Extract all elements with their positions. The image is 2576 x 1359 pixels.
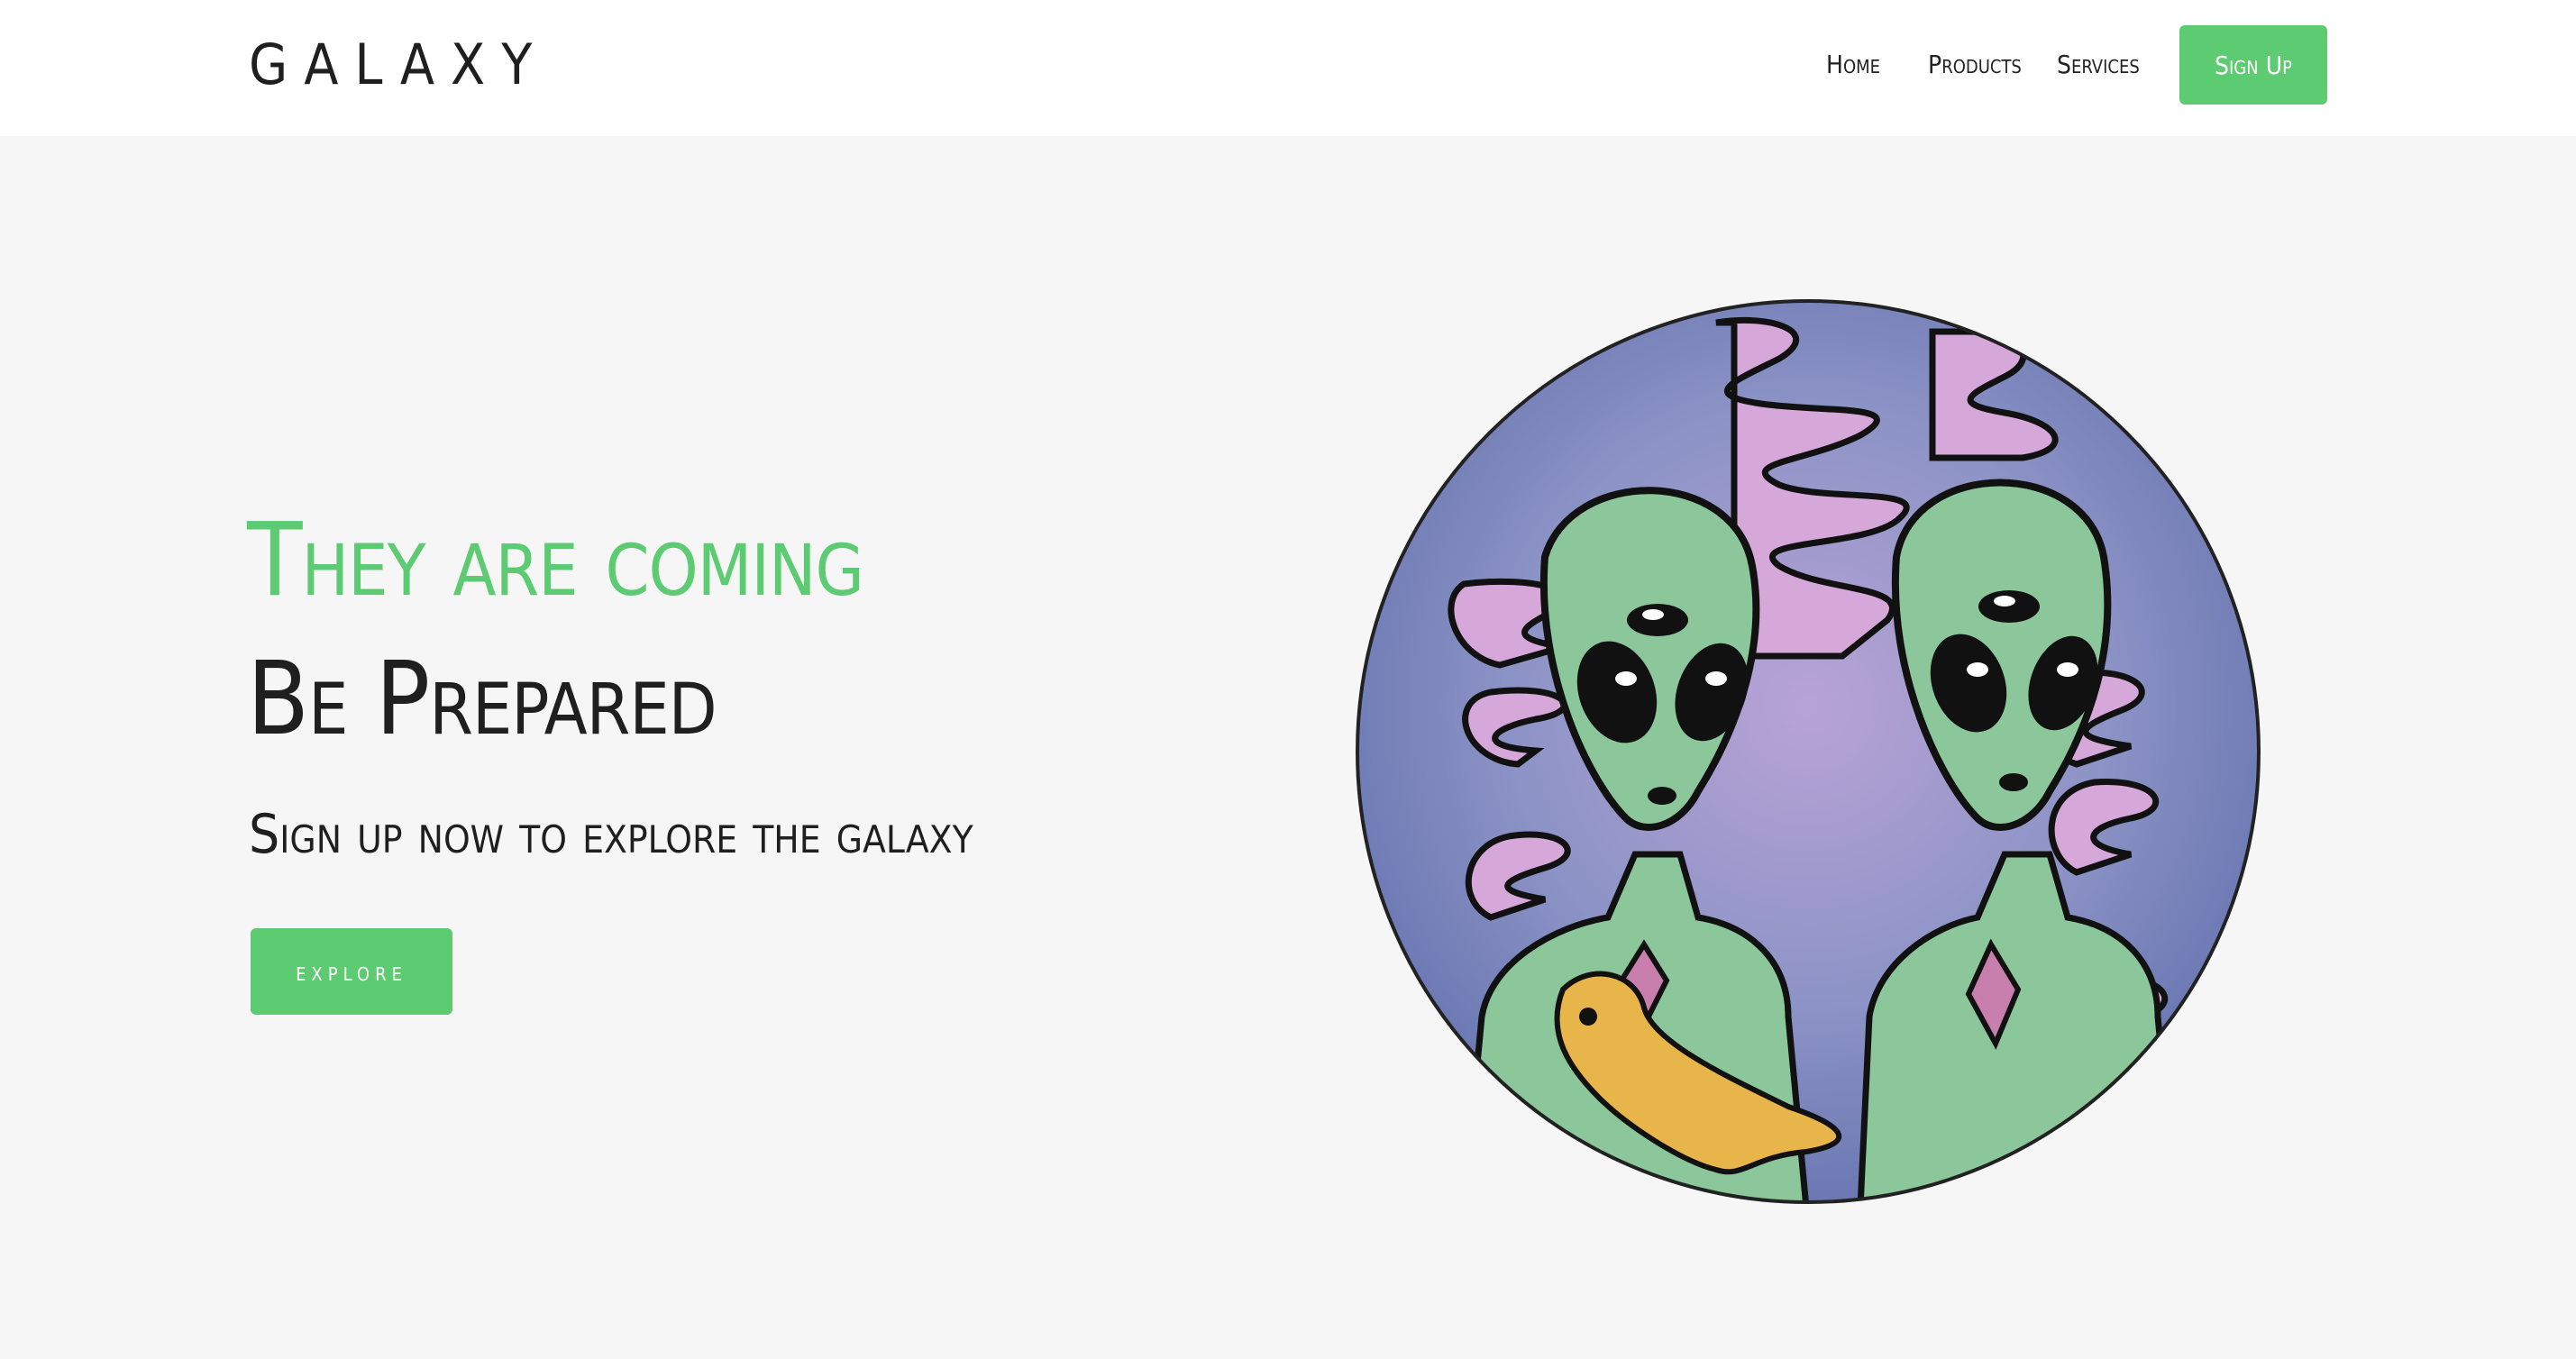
sign-up-button[interactable]: Sign Up	[2179, 25, 2327, 105]
explore-button[interactable]: explore	[251, 928, 452, 1015]
hero-title-primary: They are coming	[247, 502, 864, 619]
aliens-illustration	[1356, 299, 2261, 1204]
nav-services[interactable]: Services	[2057, 47, 2140, 83]
navbar: GALAXY Home Products Services Sign Up	[0, 0, 2576, 136]
logo[interactable]: GALAXY	[249, 32, 548, 97]
nav-home[interactable]: Home	[1826, 47, 1880, 83]
nav-products[interactable]: Products	[1928, 47, 2022, 83]
hero-subtitle: Sign up now to explore the galaxy	[249, 803, 973, 866]
hero-title-secondary: Be Prepared	[247, 641, 717, 758]
